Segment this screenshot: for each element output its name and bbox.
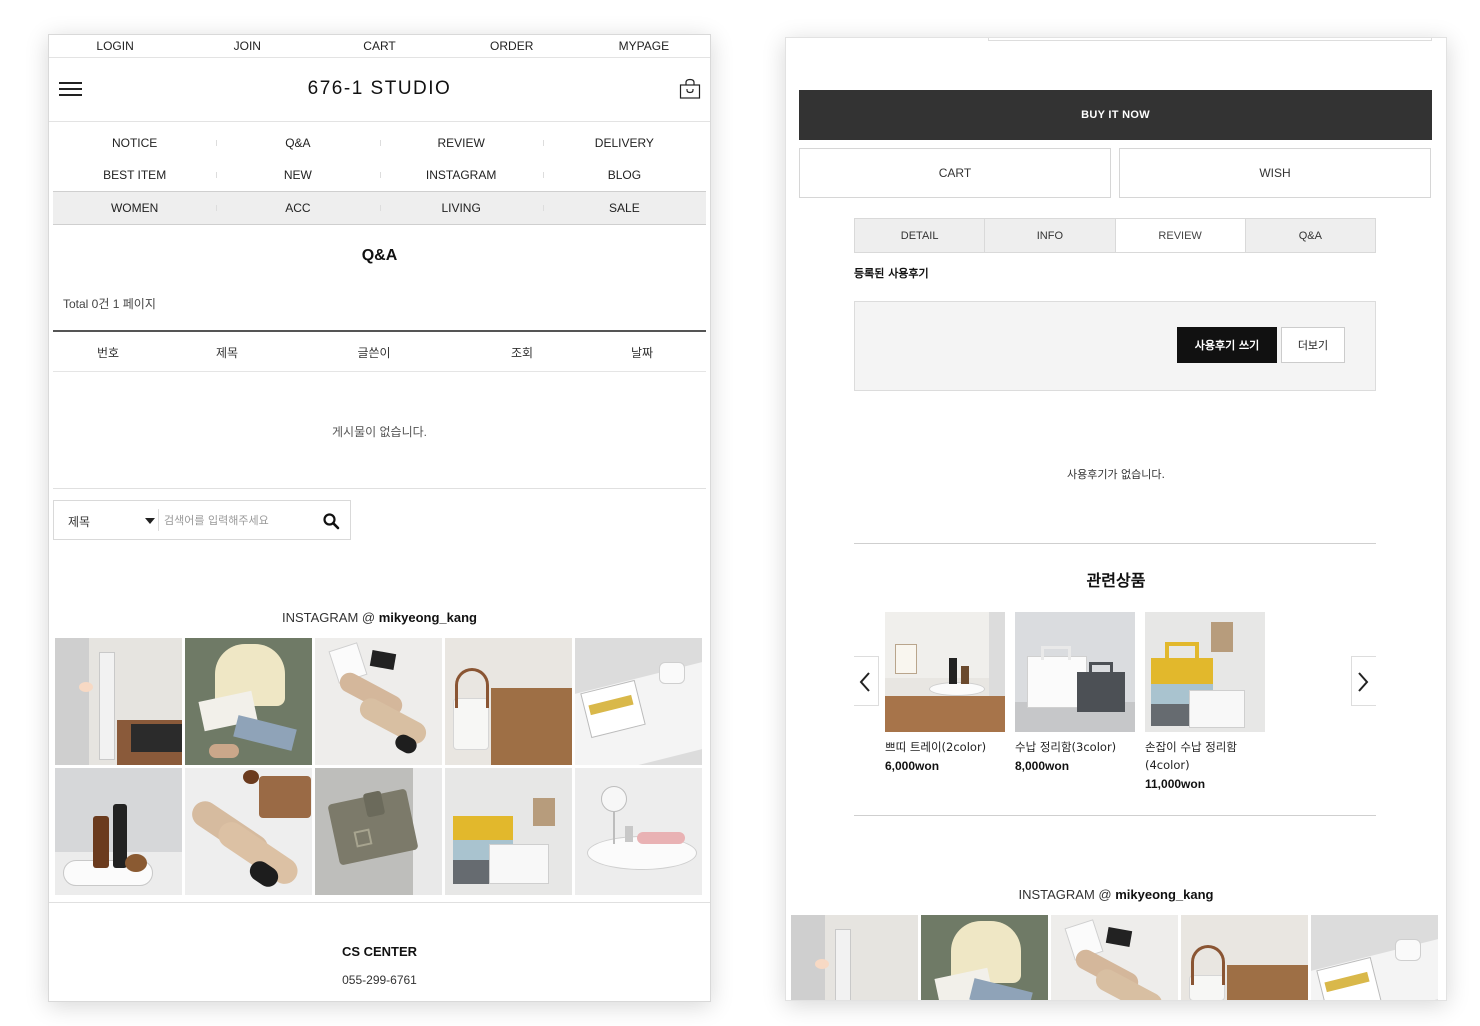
instagram-title: INSTAGRAM @ mikyeong_kang — [1018, 887, 1214, 902]
write-review-button[interactable]: 사용후기 쓰기 — [1177, 327, 1277, 363]
category-menu-row-3: WOMEN ACC LIVING SALE — [53, 191, 706, 225]
more-reviews-button[interactable]: 더보기 — [1281, 327, 1345, 363]
menu-item-review[interactable]: REVIEW — [379, 133, 543, 153]
qa-board-page: LOGIN JOIN CART ORDER MYPAGE 676-1 STUDI… — [48, 34, 711, 1002]
menu-item-blog[interactable]: BLOG — [542, 165, 706, 185]
cs-phone-number[interactable]: 055-299-6761 — [49, 973, 710, 987]
wishlist-button[interactable]: WISH — [1119, 148, 1431, 198]
review-section-title: 등록된 사용후기 — [854, 267, 929, 280]
login-link[interactable]: LOGIN — [49, 35, 181, 57]
instagram-photo[interactable] — [791, 915, 918, 1000]
product-price: 8,000won — [1015, 759, 1070, 773]
shopping-bag-icon[interactable] — [679, 78, 701, 100]
tab-qa[interactable]: Q&A — [1244, 219, 1375, 252]
product-name[interactable]: 수납 정리함(3color) — [1015, 738, 1135, 756]
menu-item-sale[interactable]: SALE — [542, 192, 706, 224]
tab-review[interactable]: REVIEW — [1114, 219, 1245, 252]
product-thumbnail[interactable] — [885, 612, 1005, 732]
product-thumbnail[interactable] — [1145, 612, 1265, 732]
join-link[interactable]: JOIN — [181, 35, 313, 57]
mypage-link[interactable]: MYPAGE — [578, 35, 710, 57]
column-author: 글쓴이 — [357, 346, 391, 360]
column-views: 조회 — [510, 346, 534, 360]
instagram-photo[interactable] — [185, 768, 312, 895]
related-product-card[interactable]: 손잡이 수납 정리함 (4color) 11,000won — [1145, 612, 1265, 791]
instagram-title: INSTAGRAM @ mikyeong_kang — [281, 610, 477, 625]
menu-item-acc[interactable]: ACC — [216, 192, 379, 224]
carousel-prev-button[interactable] — [854, 656, 879, 706]
site-logo[interactable]: 676-1 STUDIO — [49, 78, 710, 100]
menu-item-new[interactable]: NEW — [216, 165, 379, 185]
product-thumbnail[interactable] — [1015, 612, 1135, 732]
chevron-left-icon — [859, 672, 870, 692]
add-to-cart-button[interactable]: CART — [799, 148, 1111, 198]
board-search: 제목 — [53, 500, 351, 540]
divider — [854, 815, 1376, 816]
menu-item-delivery[interactable]: DELIVERY — [542, 133, 706, 153]
menu-item-women[interactable]: WOMEN — [53, 192, 216, 224]
product-price: 11,000won — [1145, 777, 1206, 791]
instagram-photo[interactable] — [575, 638, 702, 765]
chevron-right-icon — [1358, 672, 1369, 692]
cart-link[interactable]: CART — [313, 35, 445, 57]
column-number: 번호 — [96, 346, 120, 360]
carousel-next-button[interactable] — [1351, 656, 1376, 706]
board-table-header: 번호 제목 글쓴이 조회 날짜 — [53, 330, 706, 372]
instagram-photo[interactable] — [1051, 915, 1178, 1000]
instagram-photo[interactable] — [575, 768, 702, 895]
instagram-photo[interactable] — [315, 638, 442, 765]
page-title: Q&A — [361, 247, 398, 264]
column-subject: 제목 — [215, 346, 239, 360]
post-count: Total 0건 1 페이지 — [63, 297, 156, 311]
instagram-grid — [791, 915, 1438, 1000]
instagram-photo[interactable] — [1311, 915, 1438, 1000]
menu-item-living[interactable]: LIVING — [379, 192, 543, 224]
review-actions-box: 사용후기 쓰기 더보기 — [854, 301, 1376, 391]
empty-board-message: 게시물이 없습니다. — [332, 425, 427, 439]
instagram-photo[interactable] — [921, 915, 1048, 1000]
top-utility-nav: LOGIN JOIN CART ORDER MYPAGE — [49, 35, 710, 58]
instagram-photo[interactable] — [445, 638, 572, 765]
tab-info[interactable]: INFO — [984, 219, 1115, 252]
product-detail-page: BUY IT NOW CART WISH DETAIL INFO REVIEW … — [785, 37, 1447, 1001]
search-input[interactable] — [164, 508, 314, 532]
instagram-photo[interactable] — [1181, 915, 1308, 1000]
tab-detail[interactable]: DETAIL — [855, 219, 985, 252]
related-products-title: 관련상품 — [1086, 571, 1146, 590]
empty-review-message: 사용후기가 없습니다. — [1066, 468, 1166, 481]
search-icon[interactable] — [322, 512, 340, 530]
search-field-label: 제목 — [68, 515, 91, 529]
category-menu-row-2: BEST ITEM NEW INSTAGRAM BLOG — [53, 165, 706, 185]
instagram-photo[interactable] — [55, 638, 182, 765]
related-product-card[interactable]: 쁘띠 트레이(2color) 6,000won — [885, 612, 1005, 773]
divider — [49, 902, 710, 903]
instagram-photo[interactable] — [55, 768, 182, 895]
instagram-grid — [55, 638, 702, 895]
instagram-photo[interactable] — [445, 768, 572, 895]
buy-now-button[interactable]: BUY IT NOW — [799, 90, 1432, 140]
product-name[interactable]: 손잡이 수납 정리함 (4color) — [1145, 738, 1265, 774]
order-link[interactable]: ORDER — [446, 35, 578, 57]
column-date: 날짜 — [630, 346, 654, 360]
menu-item-notice[interactable]: NOTICE — [53, 133, 216, 153]
product-price: 6,000won — [885, 759, 940, 773]
menu-item-best-item[interactable]: BEST ITEM — [53, 165, 216, 185]
category-menu-row-1: NOTICE Q&A REVIEW DELIVERY — [53, 133, 706, 153]
instagram-handle[interactable]: mikyeong_kang — [1115, 887, 1213, 902]
cs-center-title: CS CENTER — [341, 944, 418, 959]
site-header: 676-1 STUDIO — [49, 58, 710, 122]
instagram-photo[interactable] — [185, 638, 312, 765]
related-product-card[interactable]: 수납 정리함(3color) 8,000won — [1015, 612, 1135, 773]
instagram-handle[interactable]: mikyeong_kang — [379, 610, 477, 625]
menu-item-qa[interactable]: Q&A — [216, 133, 379, 153]
menu-item-instagram[interactable]: INSTAGRAM — [379, 165, 543, 185]
divider — [854, 543, 1376, 544]
product-name[interactable]: 쁘띠 트레이(2color) — [885, 738, 1005, 756]
product-tabs: DETAIL INFO REVIEW Q&A — [854, 218, 1376, 253]
instagram-photo[interactable] — [315, 768, 442, 895]
divider — [53, 488, 706, 489]
option-field-edge — [988, 38, 1432, 41]
caret-down-icon — [145, 518, 155, 524]
